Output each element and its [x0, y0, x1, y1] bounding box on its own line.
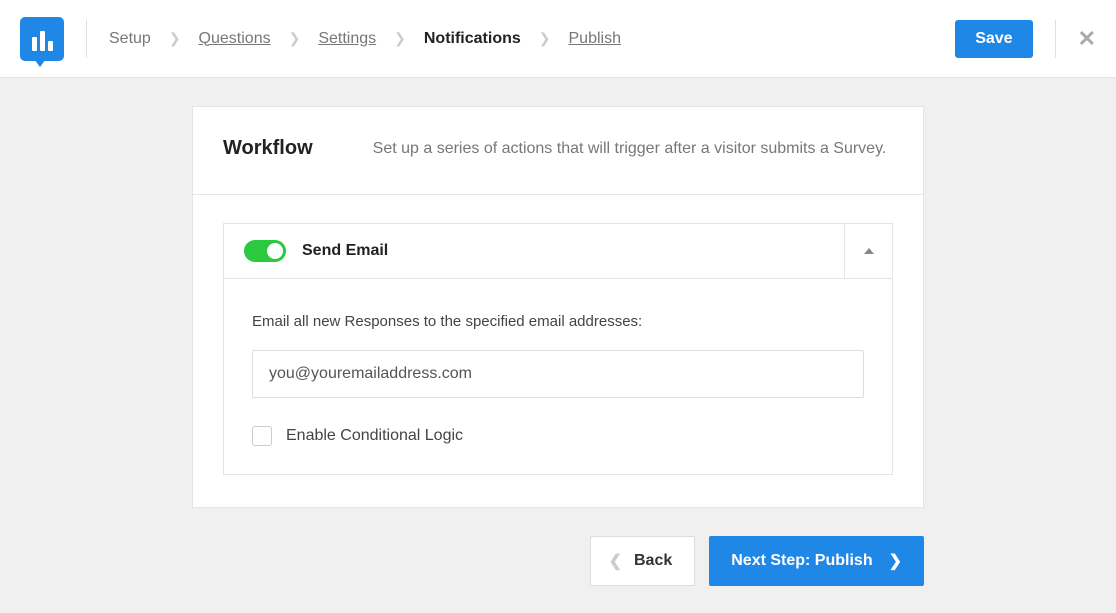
crumb-notifications[interactable]: Notifications	[424, 30, 521, 48]
chevron-right-icon: ❯	[169, 30, 181, 47]
app-logo[interactable]	[20, 17, 64, 61]
crumb-setup[interactable]: Setup	[109, 30, 151, 48]
footer-actions: ❮ Back Next Step: Publish ❯	[192, 536, 924, 586]
conditional-logic-checkbox[interactable]	[252, 426, 272, 446]
conditional-logic-row: Enable Conditional Logic	[252, 426, 864, 446]
next-step-button[interactable]: Next Step: Publish ❯	[709, 536, 924, 586]
email-field[interactable]	[252, 350, 864, 398]
save-button[interactable]: Save	[955, 20, 1032, 58]
chevron-right-icon: ❯	[889, 551, 902, 571]
page-body: Workflow Set up a series of actions that…	[0, 78, 1116, 613]
workflow-card: Workflow Set up a series of actions that…	[192, 106, 924, 508]
page-subtitle: Set up a series of actions that will tri…	[373, 140, 887, 158]
top-bar: Setup ❯ Questions ❯ Settings ❯ Notificat…	[0, 0, 1116, 78]
caret-up-icon	[864, 248, 874, 254]
email-description: Email all new Responses to the specified…	[252, 313, 864, 330]
back-button-label: Back	[634, 552, 672, 570]
close-icon[interactable]: ✕	[1078, 26, 1096, 52]
breadcrumb: Setup ❯ Questions ❯ Settings ❯ Notificat…	[109, 30, 621, 48]
panel-title: Send Email	[302, 242, 388, 260]
crumb-questions[interactable]: Questions	[199, 30, 271, 48]
chevron-left-icon: ❮	[609, 551, 622, 571]
send-email-panel: Send Email Email all new Responses to th…	[223, 223, 893, 475]
back-button[interactable]: ❮ Back	[590, 536, 696, 586]
card-body: Send Email Email all new Responses to th…	[193, 195, 923, 507]
panel-collapse-button[interactable]	[844, 224, 892, 278]
panel-content: Email all new Responses to the specified…	[224, 278, 892, 474]
chevron-right-icon: ❯	[289, 30, 301, 47]
chevron-right-icon: ❯	[394, 30, 406, 47]
send-email-toggle[interactable]	[244, 240, 286, 262]
chevron-right-icon: ❯	[539, 30, 551, 47]
conditional-logic-label: Enable Conditional Logic	[286, 427, 463, 445]
page-title: Workflow	[223, 137, 313, 160]
crumb-settings[interactable]: Settings	[318, 30, 376, 48]
panel-header: Send Email	[224, 224, 892, 278]
crumb-publish[interactable]: Publish	[569, 30, 621, 48]
next-button-label: Next Step: Publish	[731, 552, 872, 570]
divider	[86, 20, 87, 58]
divider	[1055, 20, 1056, 58]
card-header: Workflow Set up a series of actions that…	[193, 107, 923, 195]
